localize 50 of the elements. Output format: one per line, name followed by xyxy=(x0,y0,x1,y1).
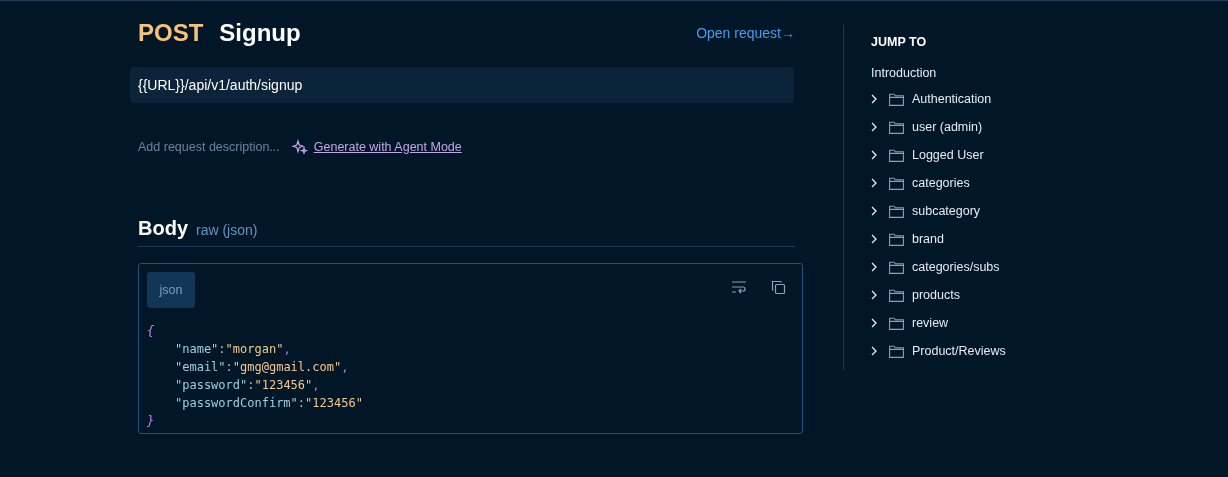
sparkle-icon xyxy=(291,139,308,155)
sidebar-item[interactable]: Logged User xyxy=(912,148,984,162)
chevron-icon[interactable] xyxy=(871,178,877,188)
folder-icon xyxy=(889,316,904,330)
agent-mode-link[interactable]: Generate with Agent Mode xyxy=(313,140,462,154)
request-title: Signup xyxy=(219,19,301,47)
chevron-icon[interactable] xyxy=(871,262,877,272)
chevron-icon[interactable] xyxy=(871,318,877,328)
chevron-icon[interactable] xyxy=(871,122,877,132)
folder-icon xyxy=(889,260,904,274)
description-placeholder[interactable]: Add request description... xyxy=(138,140,280,154)
chevron-icon[interactable] xyxy=(871,206,877,216)
url-field[interactable]: {{URL}}/api/v1/auth/signup xyxy=(130,67,794,103)
chevron-icon[interactable] xyxy=(871,94,877,104)
folder-icon xyxy=(889,92,904,106)
code-line: "email":"gmg@gmail.com", xyxy=(175,360,349,374)
sidebar-item[interactable]: categories xyxy=(912,176,970,190)
folder-icon xyxy=(889,232,904,246)
sidebar-item[interactable]: brand xyxy=(912,232,944,246)
folder-icon xyxy=(889,288,904,302)
folder-icon xyxy=(889,148,904,162)
wrap-icon[interactable] xyxy=(731,280,747,294)
sidebar-item[interactable]: products xyxy=(912,288,960,302)
jump-to-heading: JUMP TO xyxy=(871,35,928,49)
code-brace: { xyxy=(147,324,155,338)
chevron-icon[interactable] xyxy=(871,346,877,356)
sidebar-item[interactable]: Product/Reviews xyxy=(912,344,1006,358)
http-method: POST xyxy=(138,19,204,47)
body-mode: raw (json) xyxy=(196,222,258,238)
sidebar-item[interactable]: categories/subs xyxy=(912,260,1000,274)
code-line: "name":"morgan", xyxy=(175,342,291,356)
folder-icon xyxy=(889,204,904,218)
sidebar-item[interactable]: subcategory xyxy=(912,204,981,218)
sidebar-item[interactable]: Authentication xyxy=(912,92,992,106)
folder-icon xyxy=(889,176,904,190)
language-label[interactable]: json xyxy=(147,272,195,308)
open-request-link[interactable]: Open request→ xyxy=(696,25,795,41)
sidebar-item[interactable]: user (admin) xyxy=(912,120,983,134)
code-line: "passwordConfirm":"123456" xyxy=(175,396,363,410)
chevron-icon[interactable] xyxy=(871,150,877,160)
chevron-icon[interactable] xyxy=(871,234,877,244)
sidebar-item[interactable]: review xyxy=(912,316,949,330)
body-heading: Body xyxy=(138,217,188,240)
folder-icon xyxy=(889,344,904,358)
chevron-icon[interactable] xyxy=(871,290,877,300)
folder-icon xyxy=(889,120,904,134)
code-line: "password":"123456", xyxy=(175,378,320,392)
sidebar-item[interactable]: Introduction xyxy=(871,66,1006,80)
code-brace: } xyxy=(147,414,155,428)
copy-icon[interactable] xyxy=(771,280,786,295)
